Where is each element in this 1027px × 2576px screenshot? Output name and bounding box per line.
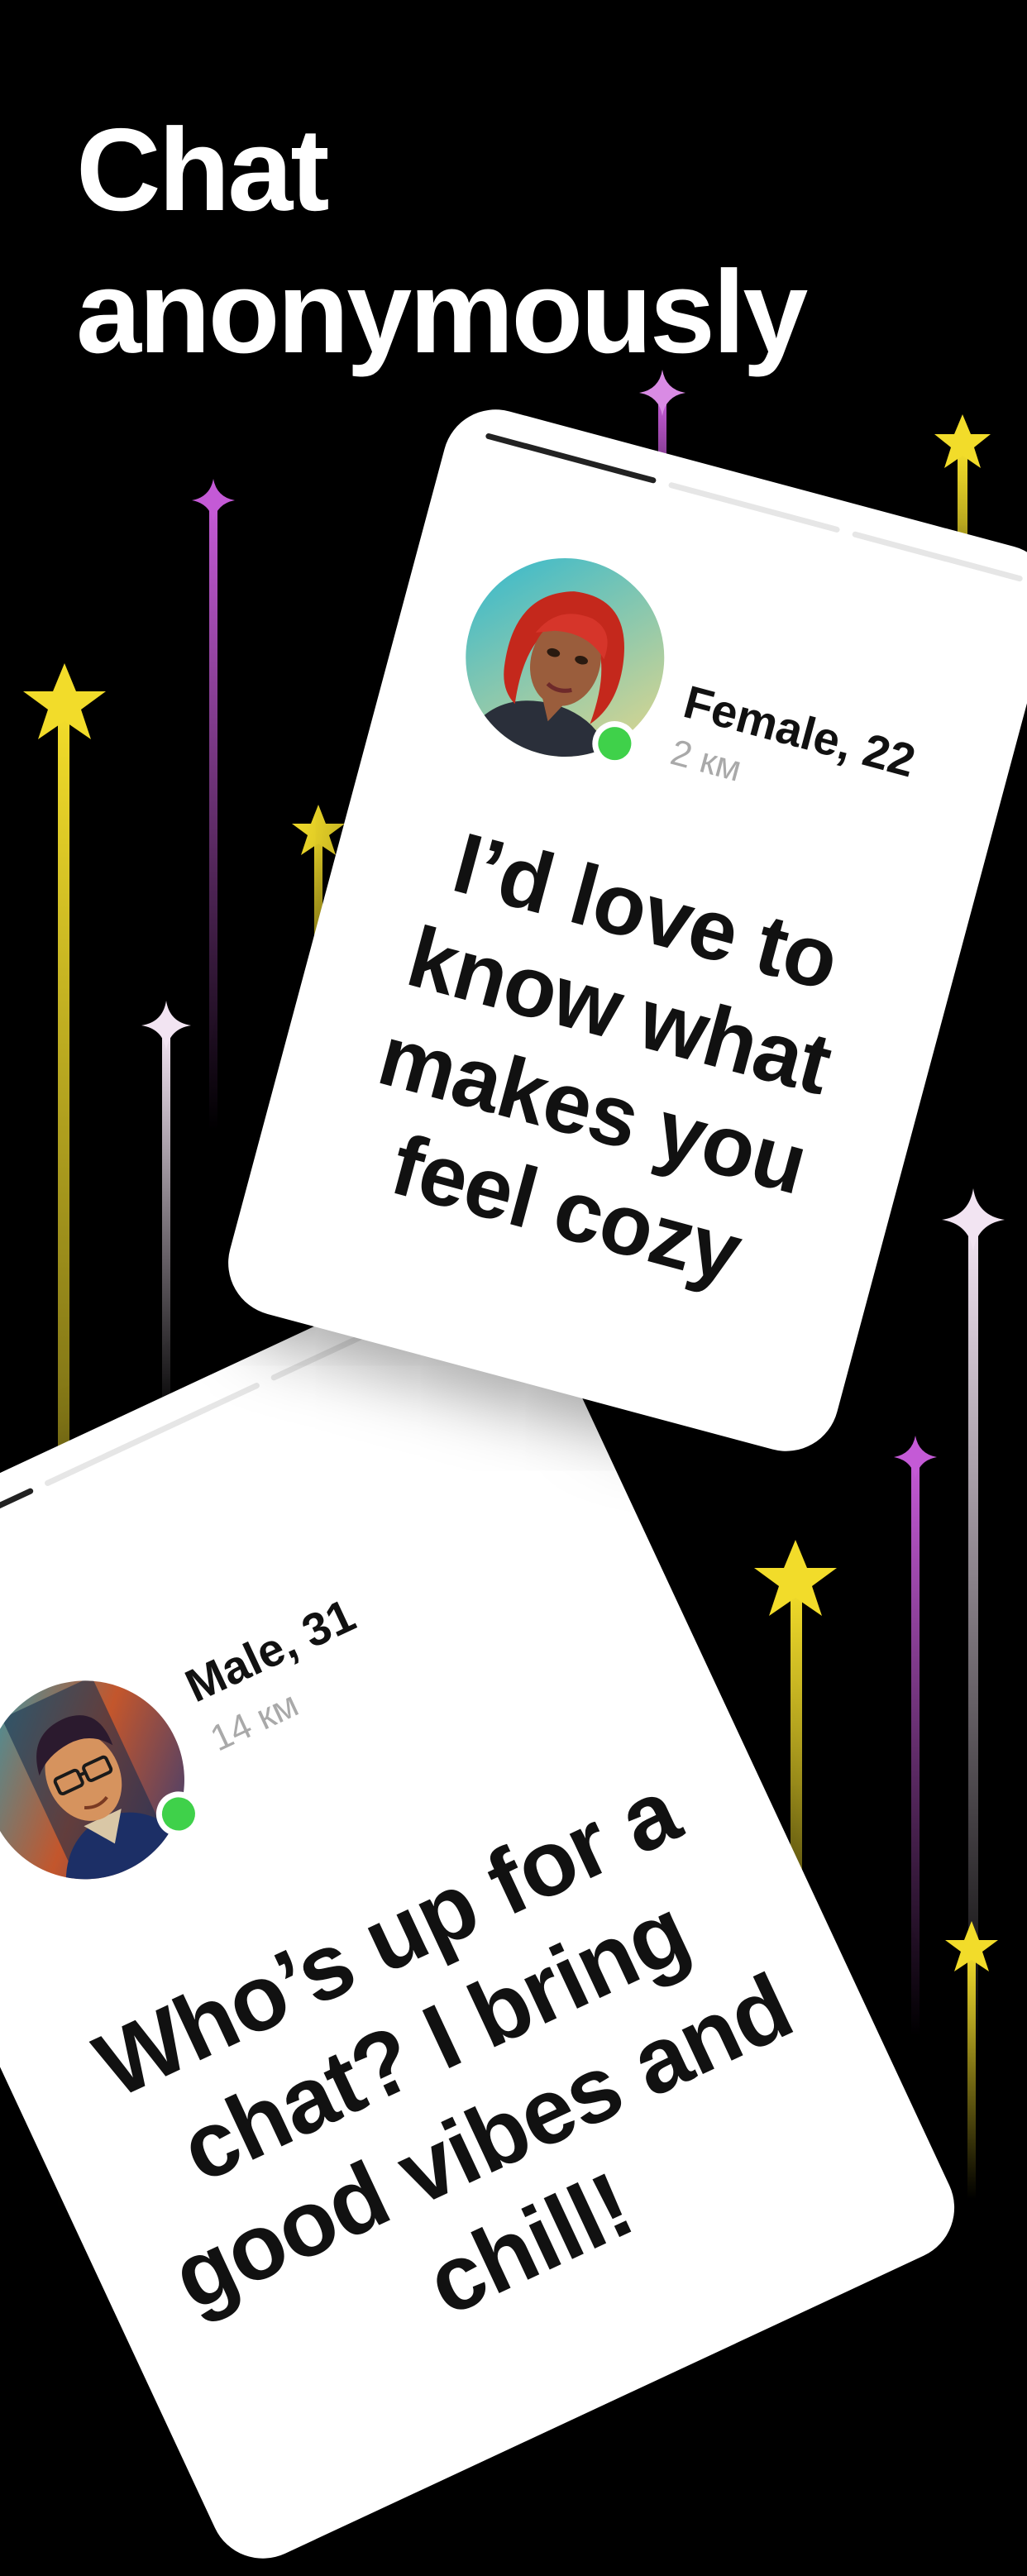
man-glasses-avatar-icon [0, 1647, 217, 1912]
avatar[interactable] [443, 536, 687, 779]
avatar[interactable] [0, 1647, 217, 1912]
sparkle-icon [894, 1436, 937, 1479]
star-trail [209, 504, 217, 1133]
sparkle-icon [192, 479, 235, 522]
sparkle-icon [639, 370, 685, 416]
star-trail [911, 1460, 920, 2038]
sparkle-icon [942, 1188, 1005, 1251]
profile-message: I’d love to know what makes you feel coz… [369, 815, 848, 1302]
woman-red-hair-avatar-icon [443, 536, 687, 779]
star-trail [967, 1952, 976, 2200]
progress-segment [0, 1487, 35, 1594]
star-trail [162, 1030, 170, 1427]
sparkle-icon [141, 1001, 191, 1050]
